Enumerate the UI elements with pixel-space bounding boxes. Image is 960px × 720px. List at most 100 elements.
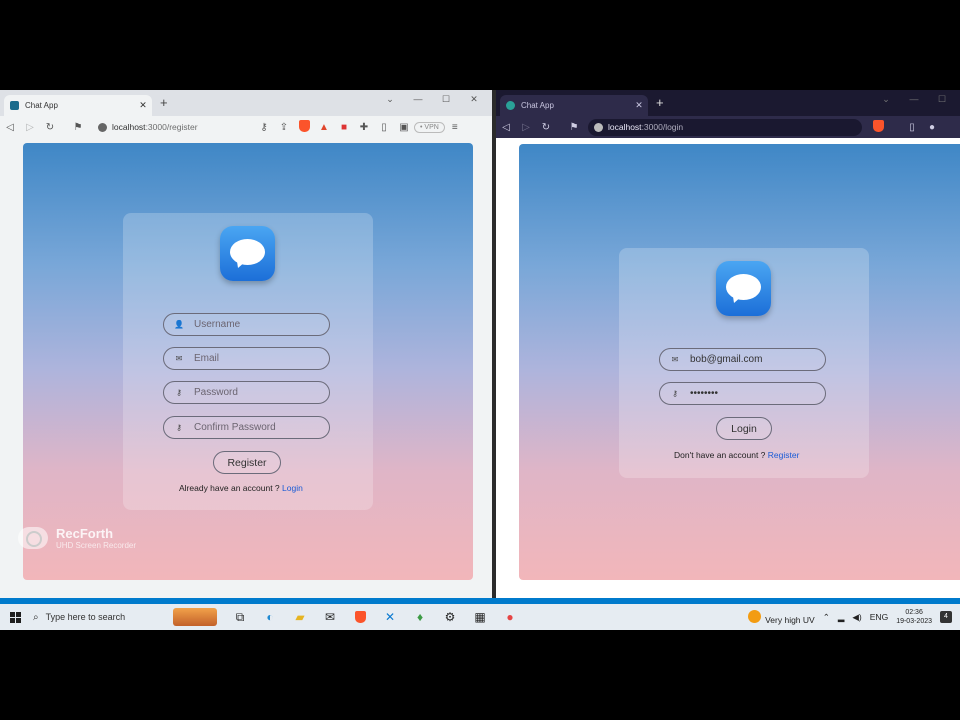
vpn-button[interactable]: • VPN [414, 121, 445, 133]
brave-icon[interactable] [348, 607, 372, 627]
search-highlight-image[interactable] [173, 608, 217, 626]
minimize-icon[interactable]: — [902, 94, 926, 105]
chevron-up-icon[interactable]: ⌃ [823, 612, 830, 623]
file-explorer-icon[interactable]: ▰ [288, 607, 312, 627]
address-bar[interactable]: localhost:3000/register [92, 118, 254, 136]
email-field[interactable]: ✉ [163, 347, 330, 370]
volume-icon[interactable]: ◀) [852, 612, 861, 623]
email-input[interactable] [194, 353, 329, 364]
browser-toolbar: ◁ ▷ ↻ ⚑ localhost:3000/register ⚷ ⇪ ▲ ■ … [0, 116, 492, 138]
address-bar[interactable]: localhost:3000/login [588, 118, 862, 136]
url-host: localhost [112, 122, 146, 132]
watermark-subtitle: UHD Screen Recorder [56, 541, 137, 550]
chevron-down-icon[interactable]: ⌄ [874, 94, 898, 105]
vscode-icon[interactable]: ✕ [378, 607, 402, 627]
reload-icon[interactable]: ↻ [536, 122, 556, 133]
recorder-icon[interactable]: ● [498, 607, 522, 627]
close-tab-icon[interactable]: ✕ [632, 100, 646, 111]
minimize-icon[interactable]: — [406, 94, 430, 105]
language-indicator[interactable]: ENG [870, 612, 888, 622]
tab-strip: Chat App ✕ + ⌄ — ☐ ✕ [0, 90, 492, 116]
confirm-password-input[interactable] [194, 422, 329, 433]
login-page: ✉ ⚷ Login Don't have an account ? Regist… [519, 144, 960, 580]
weather-widget[interactable]: Very high UV [748, 609, 815, 625]
key-icon[interactable]: ⚷ [254, 122, 274, 133]
envelope-icon: ✉ [671, 355, 679, 364]
desktop-screen: Chat App ✕ + ⌄ — ☐ ✕ ◁ ▷ ↻ ⚑ localhost:3… [0, 90, 960, 630]
menu-icon[interactable]: ≡ [445, 122, 465, 133]
brave-rewards-icon[interactable]: ▲ [314, 122, 334, 133]
windows-start-icon[interactable] [10, 611, 21, 623]
puzzle-icon[interactable]: ✚ [354, 122, 374, 133]
chat-bubble-icon [220, 226, 275, 281]
taskbar-search[interactable]: ⌕ Type here to search [33, 604, 173, 630]
watermark-title: RecForth [56, 526, 114, 541]
forward-icon[interactable]: ▷ [516, 122, 536, 133]
recorder-watermark: RecForth UHD Screen Recorder [18, 526, 136, 550]
mail-icon[interactable]: ✉ [318, 607, 342, 627]
sun-icon [748, 609, 762, 623]
left-browser-window: Chat App ✕ + ⌄ — ☐ ✕ ◁ ▷ ↻ ⚑ localhost:3… [0, 90, 492, 598]
new-tab-icon[interactable]: + [160, 96, 168, 110]
key-icon: ⚷ [672, 389, 678, 398]
extension-icon[interactable]: ■ [334, 122, 354, 133]
settings-icon[interactable]: ⚙ [438, 607, 462, 627]
password-field[interactable]: ⚷ [659, 382, 826, 405]
password-input[interactable] [690, 388, 825, 399]
bookmark-icon[interactable]: ⚑ [68, 122, 88, 133]
sidebar-icon[interactable]: ▯ [374, 122, 394, 133]
tab-title: Chat App [25, 101, 58, 110]
network-icon[interactable]: ▂ [838, 612, 845, 623]
tab-strip: Chat App ✕ + ⌄ — ☐ [496, 90, 960, 116]
forward-icon[interactable]: ▷ [20, 122, 40, 133]
window-controls: ⌄ — ☐ ✕ [378, 94, 486, 105]
wallet-icon[interactable]: ▣ [394, 122, 414, 133]
new-tab-icon[interactable]: + [656, 96, 664, 110]
tab-chat-app[interactable]: Chat App ✕ [500, 95, 648, 116]
mongodb-icon[interactable]: ♦ [408, 607, 432, 627]
notification-icon[interactable]: 4 [940, 611, 952, 623]
back-icon[interactable]: ◁ [496, 122, 516, 133]
username-field[interactable]: 👤 [163, 313, 330, 336]
profile-icon[interactable]: ● [922, 122, 942, 133]
clock-date: 19-03-2023 [896, 618, 932, 625]
chevron-down-icon[interactable]: ⌄ [378, 94, 402, 105]
password-input[interactable] [194, 387, 329, 398]
url-path: :3000/login [641, 122, 684, 132]
close-tab-icon[interactable]: ✕ [136, 100, 150, 111]
maximize-icon[interactable]: ☐ [434, 94, 458, 105]
login-button[interactable]: Login [716, 417, 772, 440]
login-link[interactable]: Login [282, 483, 303, 493]
task-view-icon[interactable]: ⧉ [228, 607, 252, 627]
tab-chat-app[interactable]: Chat App ✕ [4, 95, 152, 116]
site-info-icon[interactable] [98, 122, 107, 132]
camera-icon [18, 527, 48, 549]
edge-icon[interactable]: ◐ [258, 607, 282, 627]
password-field[interactable]: ⚷ [163, 381, 330, 404]
site-info-icon[interactable] [594, 122, 603, 132]
email-input[interactable] [690, 354, 825, 365]
register-page: 👤 ✉ ⚷ ⚷ Register [23, 143, 473, 580]
reload-icon[interactable]: ↻ [40, 122, 60, 133]
login-hint: Already have an account ? Login [179, 483, 303, 493]
register-button[interactable]: Register [213, 451, 281, 474]
login-card: ✉ ⚷ Login Don't have an account ? Regist… [619, 248, 869, 478]
clock[interactable]: 02:36 19-03-2023 [896, 608, 932, 626]
key-icon: ⚷ [176, 388, 182, 397]
sidebar-icon[interactable]: ▯ [902, 122, 922, 133]
close-icon[interactable]: ✕ [462, 94, 486, 105]
maximize-icon[interactable]: ☐ [930, 94, 954, 105]
email-field[interactable]: ✉ [659, 348, 826, 371]
share-icon[interactable]: ⇪ [274, 122, 294, 133]
store-icon[interactable]: ▦ [468, 607, 492, 627]
register-link[interactable]: Register [768, 450, 800, 460]
username-input[interactable] [194, 319, 329, 330]
register-prompt: Don't have an account ? [674, 450, 766, 460]
brave-shields-icon[interactable] [868, 119, 888, 135]
favicon-icon [506, 101, 515, 110]
back-icon[interactable]: ◁ [0, 122, 20, 133]
confirm-password-field[interactable]: ⚷ [163, 416, 330, 439]
brave-shields-icon[interactable] [294, 119, 314, 135]
bookmark-icon[interactable]: ⚑ [564, 122, 584, 133]
register-hint: Don't have an account ? Register [674, 450, 799, 460]
